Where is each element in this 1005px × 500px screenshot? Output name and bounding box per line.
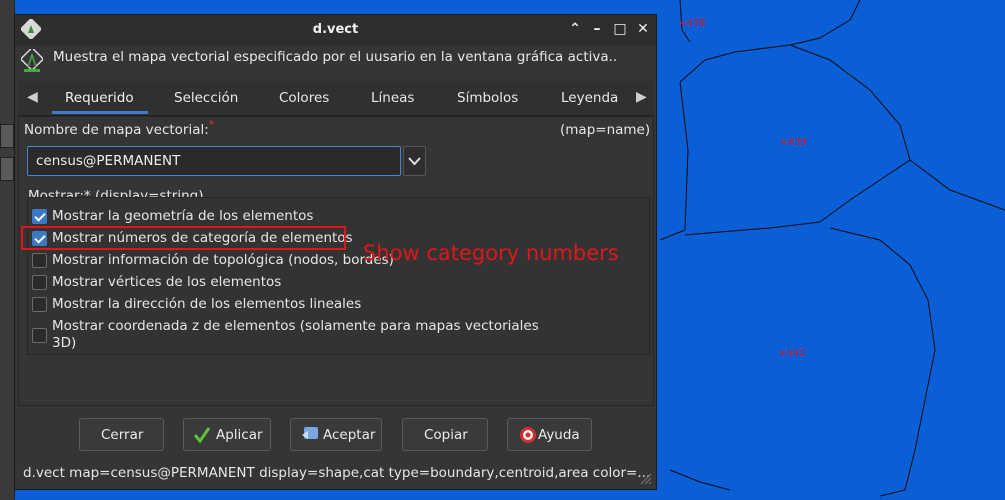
tab-leyenda[interactable]: Leyenda	[561, 90, 618, 106]
return-arrow-icon	[302, 427, 318, 439]
close-button[interactable]: ✕	[635, 21, 651, 37]
toolbar-button[interactable]	[0, 124, 14, 148]
active-tab-indicator	[52, 111, 148, 114]
checkbox-zcoor[interactable]	[32, 328, 47, 343]
map-name-dropdown-button[interactable]	[403, 146, 426, 176]
map-name-combobox[interactable]: census@PERMANENT	[27, 146, 401, 176]
window-title: d.vect	[312, 22, 359, 37]
display-options-group: Mostrar la geometría de los elementos Mo…	[27, 197, 650, 355]
chevron-up-icon[interactable]: ⌃	[567, 21, 583, 37]
map-category-label: ×442	[778, 348, 806, 359]
checkbox-shape[interactable]	[32, 209, 47, 224]
left-toolbar-strip	[0, 0, 15, 500]
map-param-hint: (map=name)	[560, 122, 651, 138]
map-category-label: ×439	[779, 137, 807, 148]
map-field-label: Nombre de mapa vectorial:*	[24, 118, 215, 138]
resize-grip-icon[interactable]	[638, 471, 652, 485]
ok-button[interactable]: Aceptar	[290, 418, 382, 451]
lifebuoy-icon	[520, 427, 536, 443]
toolbar-button[interactable]	[0, 157, 14, 181]
close-dialog-button[interactable]: Cerrar	[79, 418, 164, 451]
tab-scroll-left-icon[interactable]: ◀	[27, 89, 38, 105]
tab-simbolos[interactable]: Símbolos	[457, 90, 518, 106]
map-category-label: ×438	[678, 18, 706, 29]
checkmark-icon	[193, 427, 211, 444]
tab-lineas[interactable]: Líneas	[371, 90, 414, 106]
checkbox-topo[interactable]	[32, 253, 47, 268]
option-shape-label[interactable]: Mostrar la geometría de los elementos	[52, 208, 313, 224]
option-zcoor-label[interactable]: Mostrar coordenada z de elementos (solam…	[52, 318, 539, 352]
option-dir-label[interactable]: Mostrar la dirección de los elementos li…	[52, 296, 361, 312]
highlight-box	[21, 226, 346, 250]
copy-button[interactable]: Copiar	[402, 418, 488, 451]
chevron-down-icon	[408, 157, 421, 166]
apply-button[interactable]: Aplicar	[183, 418, 271, 451]
option-topo-label[interactable]: Mostrar información de topológica (nodos…	[52, 252, 394, 268]
title-bar[interactable]: d.vect ⌃ – □ ✕	[15, 15, 656, 45]
checkbox-vert[interactable]	[32, 275, 47, 290]
annotation-text: Show category numbers	[363, 241, 619, 265]
tab-scroll-right-icon[interactable]: ▶	[636, 89, 647, 105]
module-description: Muestra el mapa vectorial especificado p…	[53, 49, 618, 65]
tab-seleccion[interactable]: Selección	[174, 90, 238, 106]
command-preview: d.vect map=census@PERMANENT display=shap…	[23, 465, 651, 481]
minimize-button[interactable]: –	[589, 21, 605, 37]
checkbox-dir[interactable]	[32, 297, 47, 312]
tab-requerido[interactable]: Requerido	[65, 90, 134, 106]
maximize-button[interactable]: □	[612, 21, 628, 37]
tab-bar: ◀ Requerido Selección Colores Líneas Sím…	[18, 81, 654, 116]
option-vert-label[interactable]: Mostrar vértices de los elementos	[52, 274, 281, 290]
help-button[interactable]: Ayuda	[507, 418, 592, 451]
module-icon	[21, 49, 43, 72]
tab-colores[interactable]: Colores	[279, 90, 329, 106]
